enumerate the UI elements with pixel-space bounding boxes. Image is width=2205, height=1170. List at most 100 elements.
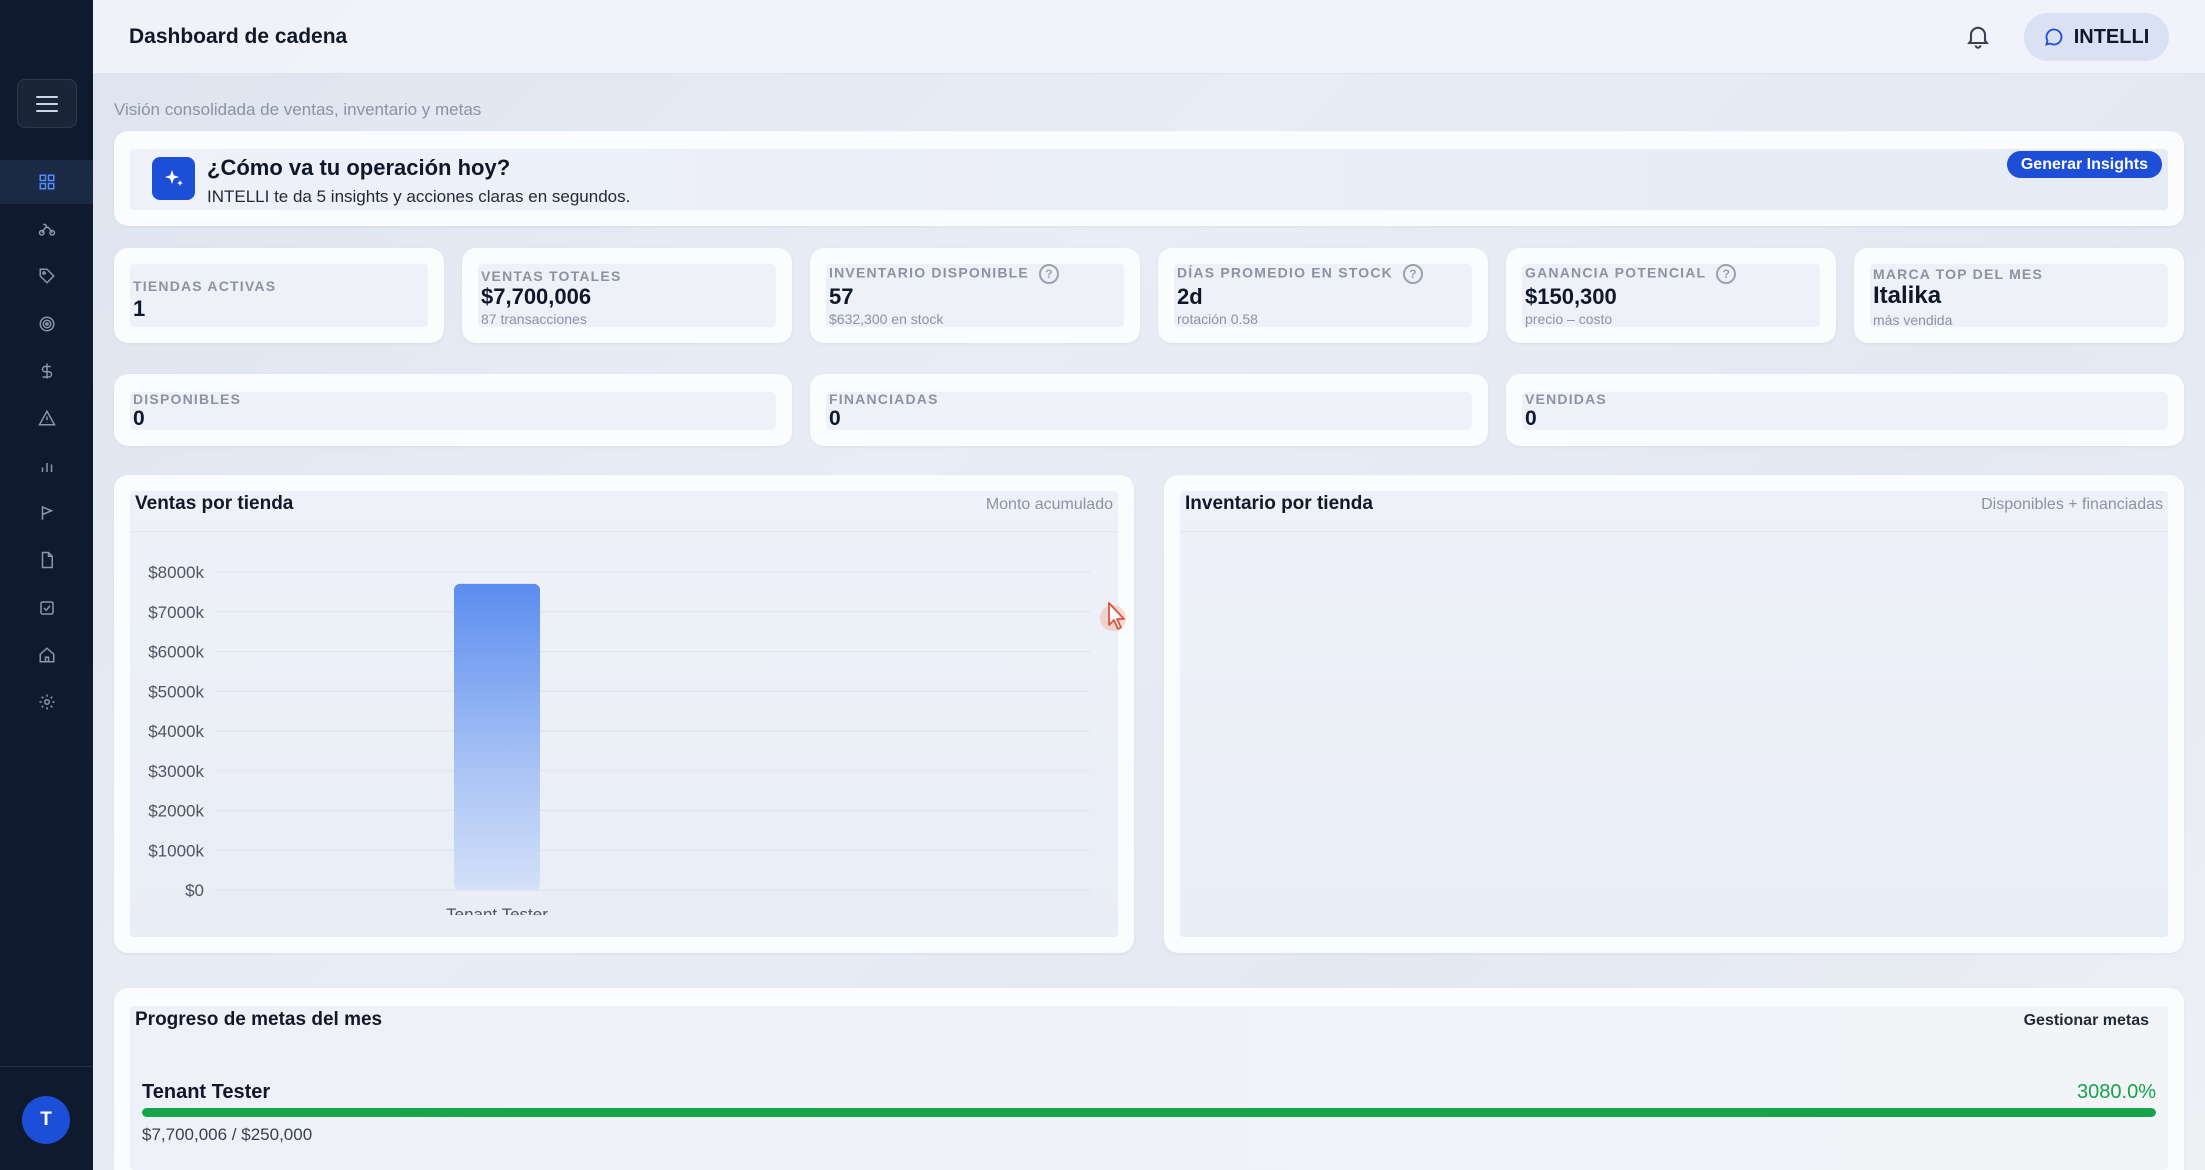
nav-item-stores[interactable]: [0, 633, 93, 677]
y-tick-label: $8000k: [148, 563, 204, 582]
status-value: 0: [133, 407, 145, 430]
target-icon: [39, 316, 54, 332]
nav-item-goals[interactable]: [0, 302, 93, 346]
kpi-label: INVENTARIO DISPONIBLE: [829, 264, 1029, 281]
inventory-chart-note: Disponibles + financiadas: [1981, 496, 2163, 513]
kpi-label: GANANCIA POTENCIAL: [1525, 264, 1707, 281]
kpi-label-row: DÍAS PROMEDIO EN STOCK?: [1177, 264, 1423, 284]
y-tick-label: $1000k: [148, 841, 204, 860]
kpi-card-top-brand: MARCA TOP DEL MES Italika más vendida: [1854, 248, 2184, 343]
inventory-chart-card: Inventario por tienda Disponibles + fina…: [1164, 475, 2184, 953]
divider: [1180, 531, 2168, 532]
sales-bar-chart: $0 $1000k $2000k $3000k $4000k $5000k $6000k $7…: [148, 563, 1090, 915]
sidebar-divider: [0, 1066, 93, 1067]
nav-item-alerts[interactable]: [0, 396, 93, 440]
settings-icon: [39, 694, 54, 710]
generate-insights-button[interactable]: Generar Insights: [2006, 151, 2162, 178]
nav-item-tags[interactable]: [0, 254, 93, 298]
home-icon: [39, 647, 54, 663]
menu-toggle-button[interactable]: [17, 79, 77, 128]
kpi-sub: $632,300 en stock: [829, 311, 944, 327]
y-tick-label: $3000k: [148, 762, 204, 781]
kpi-label-row: INVENTARIO DISPONIBLE?: [829, 264, 1059, 284]
top-bar: Dashboard de cadena INTELLI: [93, 0, 2205, 74]
inventory-chart-title: Inventario por tienda: [1185, 493, 1373, 514]
y-tick-label: $6000k: [148, 643, 204, 662]
goal-store-name: Tenant Tester: [142, 1081, 271, 1103]
kpi-sub: rotación 0.58: [1177, 311, 1258, 327]
page-subtitle: Visión consolidada de ventas, inventario…: [114, 100, 482, 119]
kpi-value: Italika: [1873, 282, 1942, 309]
goal-progress-fill: [142, 1108, 2156, 1117]
kpi-sub: más vendida: [1873, 312, 1953, 328]
insight-description: INTELLI te da 5 insights y acciones clar…: [207, 187, 631, 206]
goal-progress-bar: [142, 1108, 2156, 1117]
kpi-value: $150,300: [1525, 284, 1617, 309]
status-card-financed: FINANCIADAS 0: [810, 374, 1488, 446]
kpi-sub: precio – costo: [1525, 311, 1613, 327]
help-icon[interactable]: ?: [1038, 264, 1059, 284]
kpi-card-active-stores: TIENDAS ACTIVAS 1: [114, 248, 444, 343]
y-tick-label: $2000k: [148, 802, 204, 821]
kpi-card-potential-profit: GANANCIA POTENCIAL? $150,300 precio – co…: [1506, 248, 1836, 343]
nav-item-documents[interactable]: [0, 538, 93, 582]
divider: [130, 531, 1118, 532]
nav-item-settings[interactable]: [0, 680, 93, 724]
mouse-cursor-icon: [1100, 602, 1126, 631]
y-tick-label: $4000k: [148, 722, 204, 741]
document-icon: [41, 551, 53, 569]
nav-item-motorcycles[interactable]: [0, 207, 93, 251]
kpi-label-row: GANANCIA POTENCIAL?: [1525, 264, 1737, 284]
nav-item-flags[interactable]: [0, 491, 93, 535]
y-tick-label: $0: [185, 881, 204, 900]
goal-amount: $7,700,006 / $250,000: [142, 1125, 313, 1144]
kpi-value: 57: [829, 284, 854, 309]
sales-chart-card: Ventas por tienda Monto acumulado $0 $100…: [114, 475, 1134, 953]
bell-icon[interactable]: [1964, 22, 1992, 50]
kpi-value: $7,700,006: [481, 284, 592, 309]
goals-title: Progreso de metas del mes: [135, 1009, 383, 1030]
x-tick-label: Tenant Tester: [446, 905, 548, 915]
alert-icon: [37, 409, 56, 426]
tag-icon: [39, 268, 55, 284]
kpi-label: MARCA TOP DEL MES: [1873, 266, 2044, 282]
user-avatar[interactable]: T: [22, 1096, 70, 1144]
goal-percent: 3080.0%: [2077, 1081, 2156, 1103]
chat-icon: [2044, 28, 2063, 46]
status-label: VENDIDAS: [1525, 391, 1607, 407]
hamburger-icon: [36, 95, 58, 112]
sparkles-icon: [152, 157, 195, 200]
kpi-value: 1: [133, 296, 146, 321]
kpi-value: 2d: [1177, 284, 1203, 309]
help-icon[interactable]: ?: [1716, 264, 1737, 284]
nav-item-tasks[interactable]: [0, 586, 93, 630]
kpi-card-avg-days: DÍAS PROMEDIO EN STOCK? 2d rotación 0.58: [1158, 248, 1488, 343]
flag-icon: [41, 505, 53, 520]
insight-title: ¿Cómo va tu operación hoy?: [207, 155, 511, 180]
kpi-label: TIENDAS ACTIVAS: [133, 278, 277, 294]
checklist-icon: [39, 601, 54, 615]
sales-chart-note: Monto acumulado: [985, 496, 1113, 513]
nav-item-reports[interactable]: [0, 444, 93, 488]
insight-card: ¿Cómo va tu operación hoy? INTELLI te da…: [114, 131, 2184, 226]
status-card-sold: VENDIDAS 0: [1506, 374, 2184, 446]
goals-card: Progreso de metas del mes Gestionar meta…: [114, 988, 2184, 1170]
dashboard-icon: [39, 174, 54, 190]
kpi-label: DÍAS PROMEDIO EN STOCK: [1177, 264, 1393, 281]
kpi-card-inventory: INVENTARIO DISPONIBLE? 57 $632,300 en st…: [810, 248, 1140, 343]
nav-item-finance[interactable]: [0, 349, 93, 393]
y-tick-label: $7000k: [148, 603, 204, 622]
status-card-available: DISPONIBLES 0: [114, 374, 792, 446]
status-value: 0: [829, 407, 841, 430]
intelli-assistant-button[interactable]: INTELLI: [2024, 13, 2169, 61]
dollar-icon: [41, 363, 52, 379]
bar-chart-icon: [41, 463, 52, 472]
intelli-label: INTELLI: [2073, 25, 2150, 48]
nav-item-dashboard[interactable]: [0, 160, 93, 204]
help-icon[interactable]: ?: [1402, 264, 1423, 284]
sidebar: T: [0, 0, 93, 1170]
sales-bar[interactable]: [454, 583, 540, 890]
page-title: Dashboard de cadena: [129, 25, 348, 48]
manage-goals-button[interactable]: Gestionar metas: [2024, 1012, 2149, 1030]
y-tick-label: $5000k: [148, 682, 204, 701]
